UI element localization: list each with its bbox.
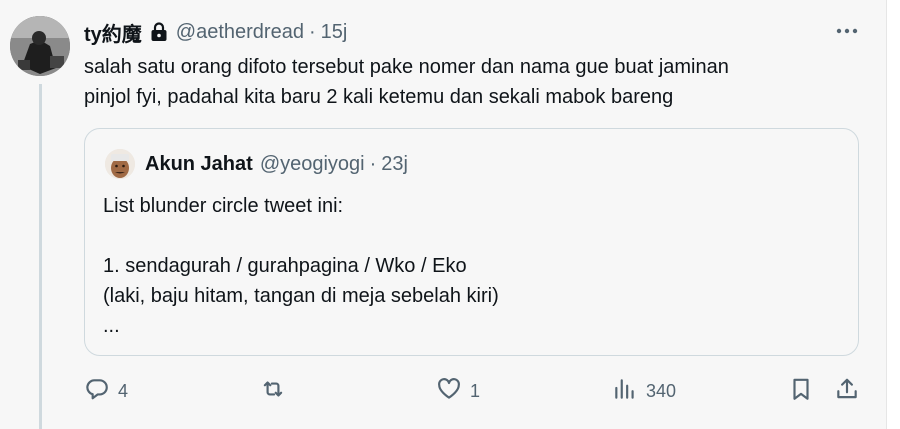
author-handle[interactable]: @aetherdread — [176, 21, 304, 44]
quote-text-line: ... — [103, 315, 120, 337]
thread-line — [39, 84, 42, 429]
quote-header: Akun Jahat @yeogiyogi · 23j — [145, 149, 408, 179]
retweet-button[interactable] — [260, 372, 294, 410]
reply-button[interactable]: 4 — [84, 372, 128, 410]
like-button[interactable]: 1 — [436, 372, 480, 410]
tweet[interactable]: ty約魔 @aetherdread · 15j salah satu orang… — [0, 0, 886, 429]
reply-count: 4 — [118, 380, 129, 401]
tweet-text-line: salah satu orang difoto tersebut pake no… — [84, 56, 729, 78]
like-icon — [436, 376, 462, 407]
share-button[interactable] — [834, 372, 860, 410]
views-count: 340 — [646, 380, 677, 401]
tweet-text-line: pinjol fyi, padahal kita baru 2 kali ket… — [84, 86, 674, 108]
views-button[interactable]: 340 — [612, 372, 676, 410]
quote-text-line: List blunder circle tweet ini: — [103, 195, 344, 217]
views-icon — [612, 376, 638, 407]
tweet-text: salah satu orang difoto tersebut pake no… — [84, 52, 854, 112]
author-name[interactable]: ty約魔 — [84, 18, 142, 47]
tweet-time[interactable]: 15j — [321, 21, 348, 44]
quote-author-avatar[interactable] — [105, 149, 135, 179]
bookmark-button[interactable] — [788, 372, 814, 410]
quote-author-handle[interactable]: @yeogiyogi — [260, 153, 365, 176]
tweet-header: ty約魔 @aetherdread · 15j — [84, 18, 347, 46]
quote-text-line: (laki, baju hitam, tangan di meja sebela… — [103, 285, 499, 307]
tweet-actions: 4 1 340 — [84, 372, 864, 410]
more-icon[interactable] — [834, 20, 860, 42]
quote-author-name[interactable]: Akun Jahat — [145, 153, 253, 176]
quote-text-line — [103, 221, 843, 251]
separator-dot: · — [369, 152, 377, 175]
quote-text: List blunder circle tweet ini: 1. sendag… — [103, 191, 843, 341]
page-edge — [886, 0, 900, 429]
reply-icon — [84, 376, 110, 407]
retweet-icon — [260, 376, 286, 407]
separator-dot: · — [308, 20, 316, 43]
quoted-tweet[interactable]: Akun Jahat @yeogiyogi · 23j List blunder… — [84, 128, 859, 356]
share-icon — [834, 376, 860, 407]
quote-time[interactable]: 23j — [381, 153, 408, 176]
quote-text-line: 1. sendagurah / gurahpagina / Wko / Eko — [103, 255, 467, 277]
like-count: 1 — [470, 380, 481, 401]
author-avatar[interactable] — [10, 16, 70, 76]
bookmark-icon — [788, 376, 814, 407]
lock-icon — [150, 22, 168, 42]
